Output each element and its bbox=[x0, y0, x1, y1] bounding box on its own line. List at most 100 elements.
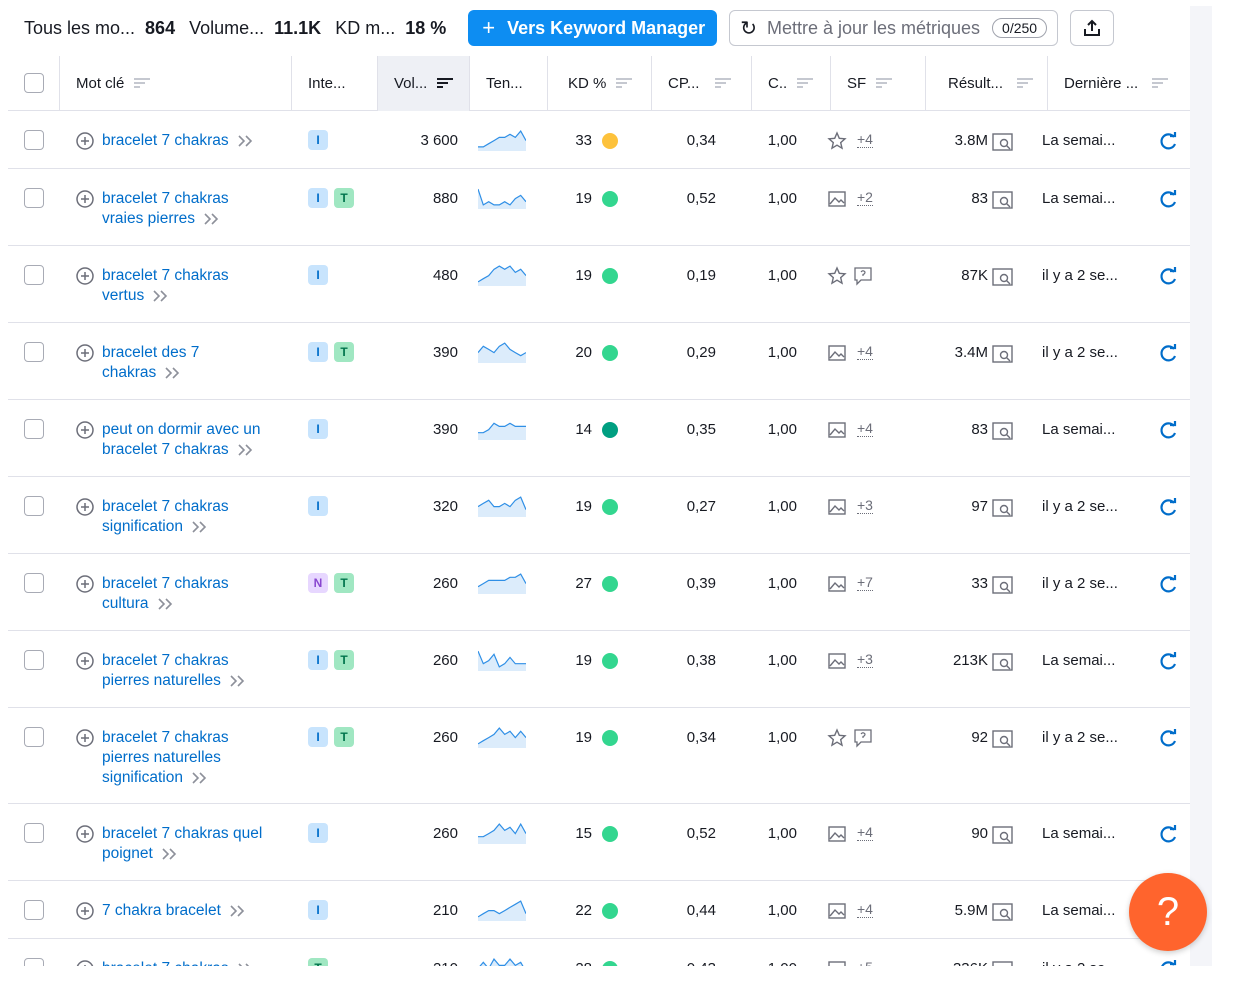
serp-features-more[interactable]: +7 bbox=[857, 574, 873, 591]
serp-features-more[interactable]: +4 bbox=[857, 824, 873, 841]
chevrons-right-icon[interactable] bbox=[191, 521, 209, 533]
stat-volume[interactable]: Volume... 11.1K bbox=[189, 18, 321, 39]
stat-kd[interactable]: KD m... 18 % bbox=[335, 18, 446, 39]
keyword-link[interactable]: peut on dormir avec un bracelet 7 chakras bbox=[102, 420, 261, 460]
col-kd[interactable]: KD % bbox=[548, 56, 652, 111]
row-checkbox[interactable] bbox=[24, 265, 44, 285]
chevrons-right-icon[interactable] bbox=[161, 848, 179, 860]
refresh-icon[interactable] bbox=[1158, 421, 1178, 441]
row-checkbox[interactable] bbox=[24, 130, 44, 150]
row-checkbox[interactable] bbox=[24, 573, 44, 593]
stat-all-keywords[interactable]: Tous les mo... 864 bbox=[24, 18, 175, 39]
serp-features-more[interactable]: +3 bbox=[857, 651, 873, 668]
serp-features-more[interactable]: +2 bbox=[857, 189, 873, 206]
col-com[interactable]: C.. bbox=[752, 56, 831, 111]
row-checkbox[interactable] bbox=[24, 419, 44, 439]
serp-preview-icon[interactable] bbox=[992, 960, 1014, 966]
keyword-manager-button[interactable]: + Vers Keyword Manager bbox=[468, 10, 718, 46]
help-button[interactable]: ? bbox=[1129, 873, 1207, 951]
add-circle-icon[interactable] bbox=[76, 498, 94, 516]
serp-preview-icon[interactable] bbox=[992, 498, 1014, 518]
row-checkbox[interactable] bbox=[24, 188, 44, 208]
add-circle-icon[interactable] bbox=[76, 825, 94, 843]
refresh-icon[interactable] bbox=[1158, 190, 1178, 210]
add-circle-icon[interactable] bbox=[76, 132, 94, 150]
col-intent[interactable]: Inte... bbox=[292, 56, 378, 111]
keyword-link[interactable]: bracelet 7 chakras cultura bbox=[102, 574, 229, 614]
col-cpc[interactable]: CP... bbox=[652, 56, 752, 111]
chevrons-right-icon[interactable] bbox=[237, 444, 255, 456]
export-button[interactable] bbox=[1070, 10, 1115, 46]
add-circle-icon[interactable] bbox=[76, 729, 94, 747]
keyword-link[interactable]: bracelet 7 chakras bbox=[102, 959, 255, 966]
add-circle-icon[interactable] bbox=[76, 190, 94, 208]
serp-features-more[interactable]: +4 bbox=[857, 420, 873, 437]
col-last-update[interactable]: Dernière ... bbox=[1048, 56, 1190, 111]
row-checkbox[interactable] bbox=[24, 958, 44, 966]
row-checkbox[interactable] bbox=[24, 342, 44, 362]
serp-features-more[interactable]: +5 bbox=[857, 959, 873, 966]
chevrons-right-icon[interactable] bbox=[191, 772, 209, 784]
keyword-link[interactable]: bracelet 7 chakras signification bbox=[102, 497, 229, 537]
update-metrics-button[interactable]: ↻ Mettre à jour les métriques 0/250 bbox=[729, 10, 1059, 46]
add-circle-icon[interactable] bbox=[76, 960, 94, 966]
refresh-icon[interactable] bbox=[1158, 575, 1178, 595]
keyword-link[interactable]: bracelet 7 chakras quel poignet bbox=[102, 824, 262, 864]
refresh-icon[interactable] bbox=[1158, 652, 1178, 672]
refresh-icon[interactable] bbox=[1158, 267, 1178, 287]
refresh-icon[interactable] bbox=[1158, 344, 1178, 364]
refresh-icon[interactable] bbox=[1158, 825, 1178, 845]
col-trend[interactable]: Ten... bbox=[470, 56, 548, 111]
refresh-icon[interactable] bbox=[1158, 132, 1178, 152]
serp-preview-icon[interactable] bbox=[992, 267, 1014, 287]
serp-preview-icon[interactable] bbox=[992, 902, 1014, 922]
serp-features-more[interactable]: +4 bbox=[857, 131, 873, 148]
add-circle-icon[interactable] bbox=[76, 421, 94, 439]
row-checkbox[interactable] bbox=[24, 496, 44, 516]
col-results[interactable]: Résult... bbox=[926, 56, 1048, 111]
serp-features-more[interactable]: +4 bbox=[857, 901, 873, 918]
keyword-link[interactable]: bracelet des 7 chakras bbox=[102, 343, 199, 383]
chevrons-right-icon[interactable] bbox=[203, 213, 221, 225]
chevrons-right-icon[interactable] bbox=[237, 135, 255, 147]
chevrons-right-icon[interactable] bbox=[164, 367, 182, 379]
keyword-link[interactable]: 7 chakra bracelet bbox=[102, 901, 247, 921]
serp-preview-icon[interactable] bbox=[992, 575, 1014, 595]
add-circle-icon[interactable] bbox=[76, 267, 94, 285]
serp-preview-icon[interactable] bbox=[992, 132, 1014, 152]
refresh-icon[interactable] bbox=[1158, 498, 1178, 518]
select-all-checkbox[interactable] bbox=[24, 73, 44, 93]
col-volume[interactable]: Vol... bbox=[378, 56, 470, 111]
col-keyword[interactable]: Mot clé bbox=[60, 56, 292, 111]
keyword-link[interactable]: bracelet 7 chakras pierres naturelles sign… bbox=[102, 728, 229, 788]
serp-features-more[interactable]: +3 bbox=[857, 497, 873, 514]
serp-preview-icon[interactable] bbox=[992, 652, 1014, 672]
chevrons-right-icon[interactable] bbox=[152, 290, 170, 302]
serp-preview-icon[interactable] bbox=[992, 190, 1014, 210]
add-circle-icon[interactable] bbox=[76, 344, 94, 362]
keyword-link[interactable]: bracelet 7 chakras bbox=[102, 131, 255, 151]
add-circle-icon[interactable] bbox=[76, 902, 94, 920]
keyword-link[interactable]: bracelet 7 chakras vraies pierres bbox=[102, 189, 229, 229]
serp-features-more[interactable]: +4 bbox=[857, 343, 873, 360]
serp-preview-icon[interactable] bbox=[992, 825, 1014, 845]
chevrons-right-icon[interactable] bbox=[157, 598, 175, 610]
row-checkbox[interactable] bbox=[24, 727, 44, 747]
add-circle-icon[interactable] bbox=[76, 575, 94, 593]
serp-preview-icon[interactable] bbox=[992, 729, 1014, 749]
scrollbar[interactable] bbox=[1190, 6, 1212, 966]
col-sf[interactable]: SF bbox=[831, 56, 926, 111]
row-checkbox[interactable] bbox=[24, 900, 44, 920]
row-checkbox[interactable] bbox=[24, 650, 44, 670]
serp-preview-icon[interactable] bbox=[992, 421, 1014, 441]
refresh-icon[interactable] bbox=[1158, 960, 1178, 966]
chevrons-right-icon[interactable] bbox=[229, 905, 247, 917]
chevrons-right-icon[interactable] bbox=[229, 675, 247, 687]
keyword-link[interactable]: bracelet 7 chakras pierres naturelles bbox=[102, 651, 247, 691]
serp-preview-icon[interactable] bbox=[992, 344, 1014, 364]
add-circle-icon[interactable] bbox=[76, 652, 94, 670]
keyword-link[interactable]: bracelet 7 chakras vertus bbox=[102, 266, 229, 306]
row-checkbox[interactable] bbox=[24, 823, 44, 843]
chevrons-right-icon[interactable] bbox=[237, 963, 255, 966]
refresh-icon[interactable] bbox=[1158, 729, 1178, 749]
